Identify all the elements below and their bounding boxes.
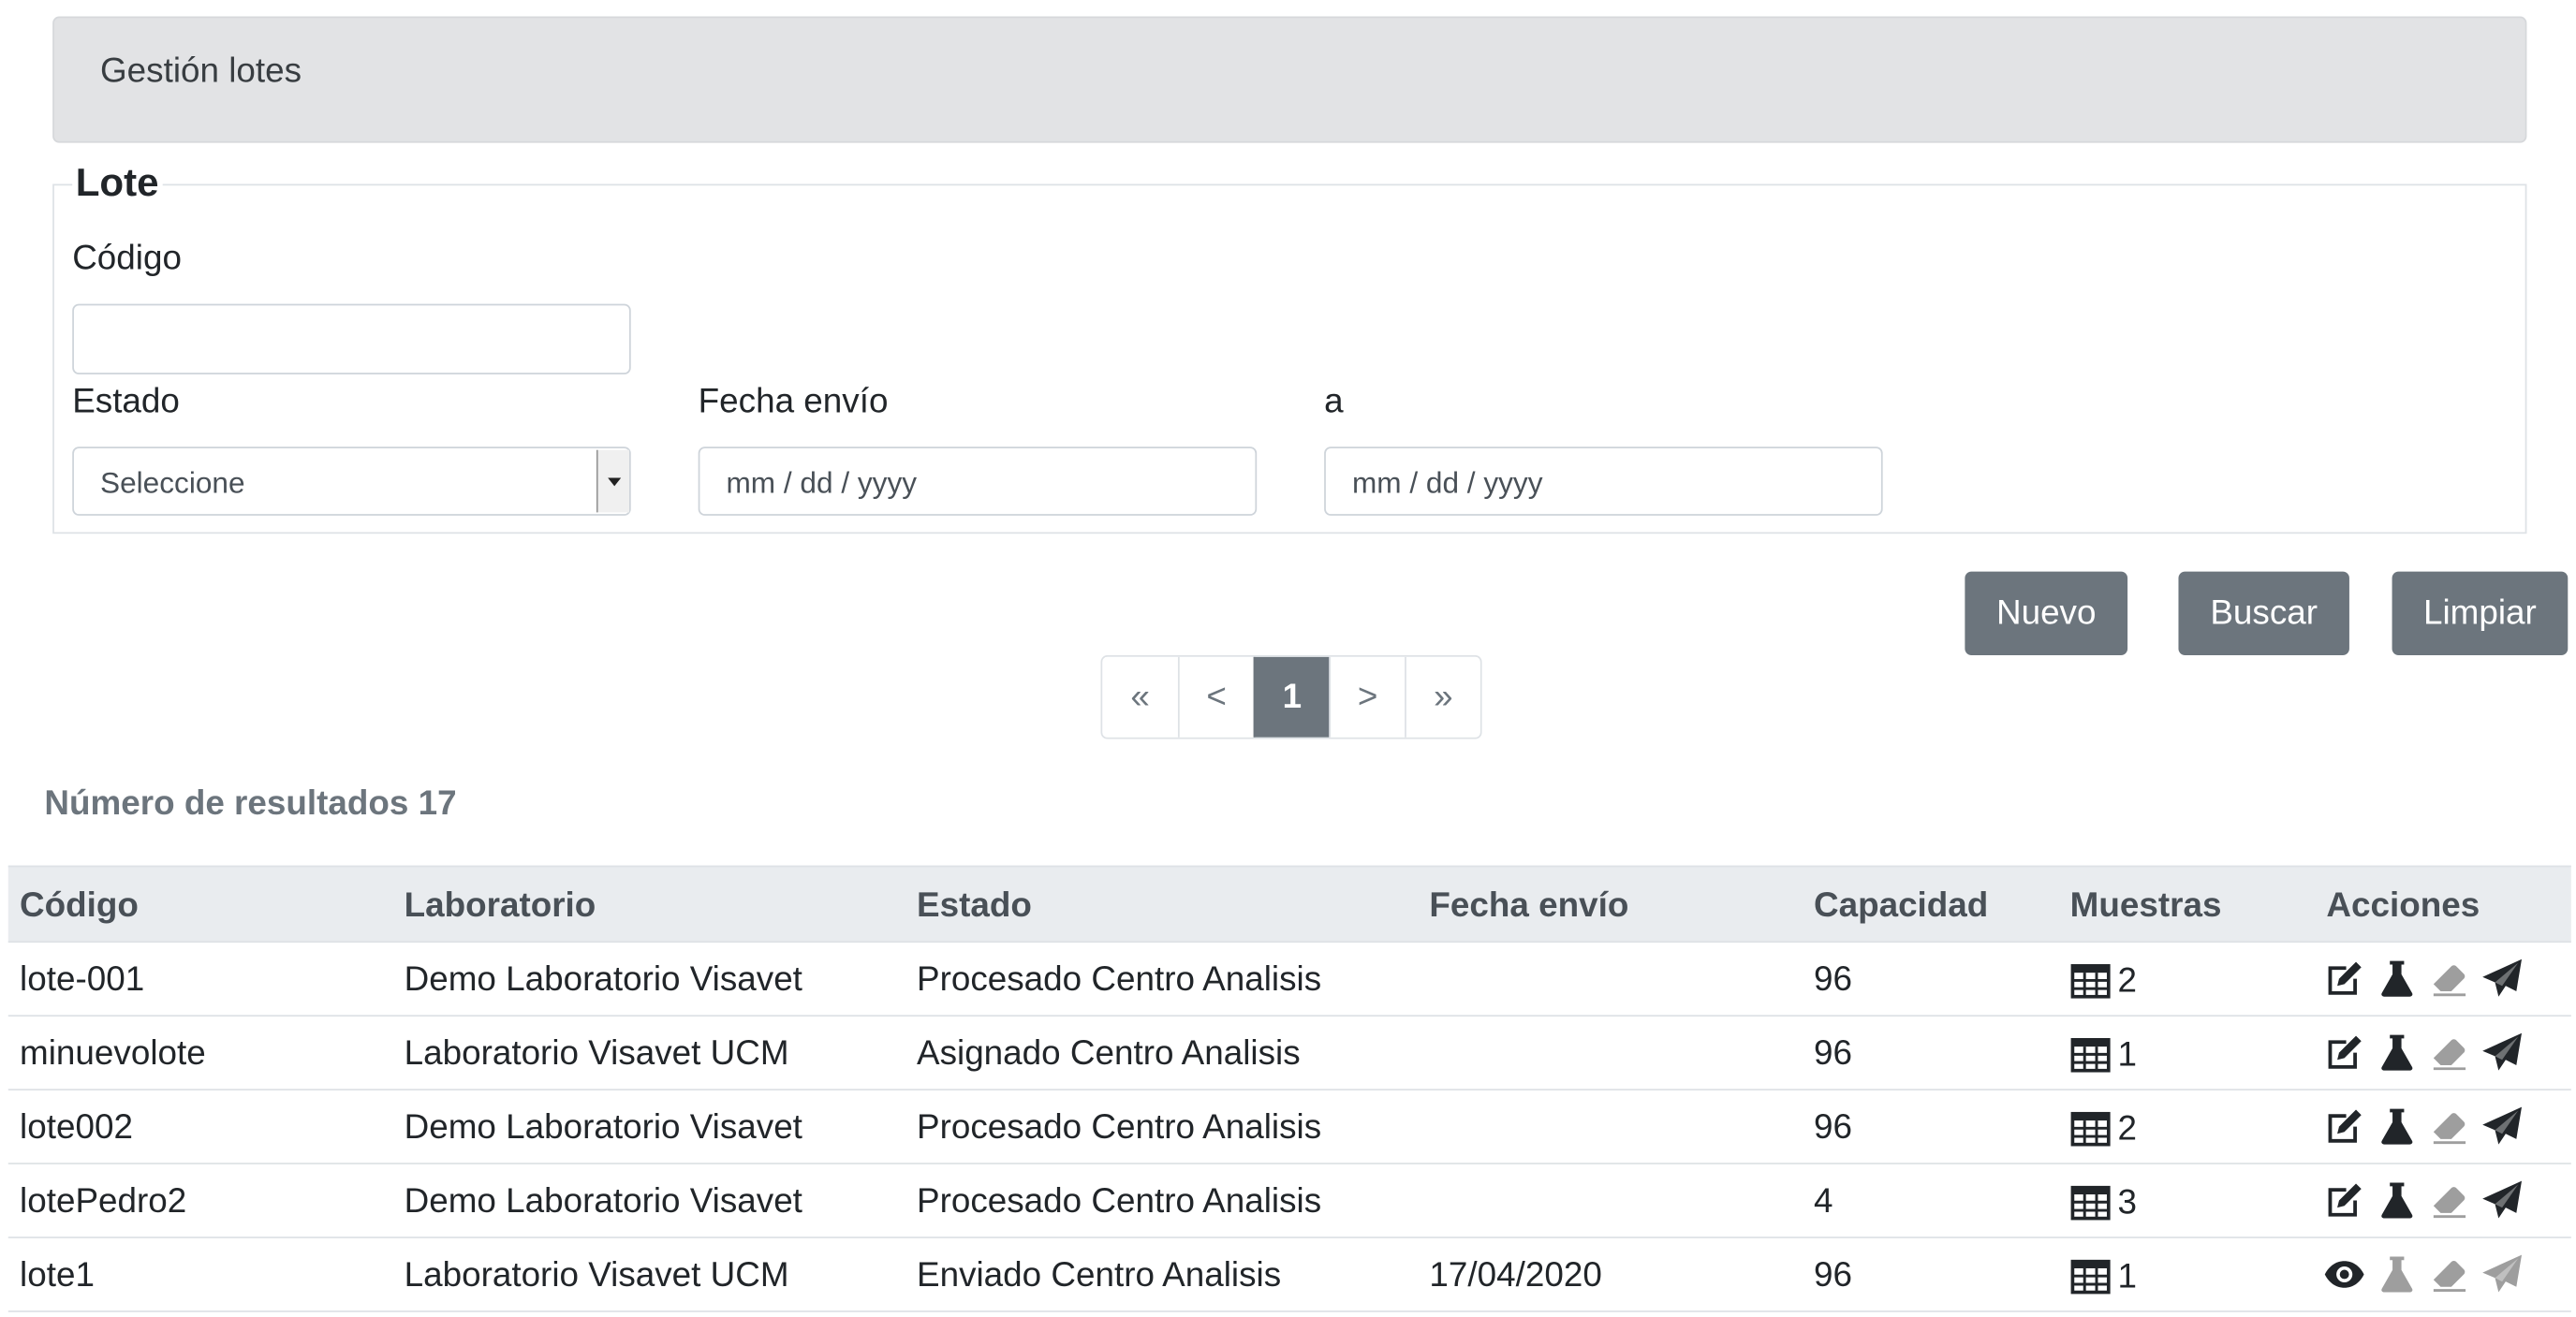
table-icon[interactable] bbox=[2070, 1108, 2112, 1149]
cell-muestras[interactable]: 2 bbox=[2070, 960, 2137, 1002]
send-icon[interactable] bbox=[2480, 1179, 2524, 1222]
filter-legend: Lote bbox=[72, 160, 163, 208]
row-actions bbox=[2323, 1253, 2524, 1296]
buscar-button[interactable]: Buscar bbox=[2178, 571, 2349, 656]
cell-capacidad: 4 bbox=[1813, 1182, 1833, 1221]
eraser-icon bbox=[2428, 1032, 2471, 1075]
row-actions bbox=[2323, 958, 2524, 1001]
fecha-envio-placeholder: mm / dd / yyyy bbox=[726, 466, 918, 500]
estado-label: Estado bbox=[72, 382, 180, 421]
cell-codigo: lote002 bbox=[20, 1108, 133, 1147]
table-row: lote-001 Demo Laboratorio Visavet Procesad… bbox=[7, 943, 2571, 1017]
cell-codigo: lote1 bbox=[20, 1256, 95, 1295]
pager-prev[interactable]: < bbox=[1177, 656, 1254, 738]
flask-icon[interactable] bbox=[2376, 1179, 2419, 1222]
pager-last[interactable]: » bbox=[1405, 656, 1480, 738]
header-estado: Estado bbox=[917, 886, 1032, 925]
eraser-icon bbox=[2428, 1105, 2471, 1149]
cell-codigo: lotePedro2 bbox=[20, 1182, 187, 1221]
cell-fecha-envio: 17/04/2020 bbox=[1429, 1256, 1602, 1295]
row-actions bbox=[2323, 1179, 2524, 1222]
table-icon[interactable] bbox=[2070, 960, 2112, 1002]
send-icon bbox=[2480, 1253, 2524, 1296]
fecha-hasta-input[interactable]: mm / dd / yyyy bbox=[1324, 446, 1883, 516]
cell-laboratorio: Laboratorio Visavet UCM bbox=[404, 1256, 789, 1295]
pager-current[interactable]: 1 bbox=[1253, 656, 1330, 738]
estado-select-value: Seleccione bbox=[100, 466, 245, 500]
table-icon[interactable] bbox=[2070, 1182, 2112, 1223]
eraser-icon bbox=[2428, 1179, 2471, 1222]
header-capacidad: Capacidad bbox=[1813, 886, 1989, 925]
cell-estado: Procesado Centro Analisis bbox=[917, 1182, 1322, 1221]
results-count: Número de resultados 17 bbox=[44, 784, 457, 824]
edit-icon[interactable] bbox=[2323, 958, 2366, 1001]
cell-muestras[interactable]: 1 bbox=[2070, 1034, 2137, 1076]
cell-laboratorio: Demo Laboratorio Visavet bbox=[404, 1182, 802, 1221]
cell-capacidad: 96 bbox=[1813, 1034, 1852, 1073]
muestras-count: 2 bbox=[2117, 961, 2138, 1000]
header-laboratorio: Laboratorio bbox=[404, 886, 596, 925]
table-row: minuevolote Laboratorio Visavet UCM Asigna… bbox=[7, 1017, 2571, 1090]
row-actions bbox=[2323, 1105, 2524, 1149]
page-title: Gestión lotes bbox=[100, 52, 302, 91]
limpiar-button[interactable]: Limpiar bbox=[2392, 571, 2569, 656]
pager-first[interactable]: « bbox=[1102, 656, 1178, 738]
cell-laboratorio: Demo Laboratorio Visavet bbox=[404, 960, 802, 999]
eye-icon[interactable] bbox=[2323, 1253, 2366, 1296]
eraser-icon bbox=[2428, 1253, 2471, 1296]
table-row: lotePedro2 Demo Laboratorio Visavet Proces… bbox=[7, 1164, 2571, 1238]
cell-capacidad: 96 bbox=[1813, 1256, 1852, 1295]
codigo-input[interactable] bbox=[72, 303, 631, 375]
muestras-count: 2 bbox=[2117, 1109, 2138, 1148]
flask-icon bbox=[2376, 1253, 2419, 1296]
muestras-count: 3 bbox=[2117, 1183, 2138, 1222]
header-codigo: Código bbox=[20, 886, 139, 925]
flask-icon[interactable] bbox=[2376, 1032, 2419, 1075]
cell-capacidad: 96 bbox=[1813, 1108, 1852, 1147]
fecha-envio-input[interactable]: mm / dd / yyyy bbox=[698, 446, 1258, 516]
eraser-icon bbox=[2428, 958, 2471, 1001]
table-icon[interactable] bbox=[2070, 1256, 2112, 1297]
table-header: Código Laboratorio Estado Fecha envío Ca… bbox=[7, 865, 2571, 944]
cell-codigo: minuevolote bbox=[20, 1034, 206, 1073]
header-muestras: Muestras bbox=[2069, 886, 2222, 925]
muestras-count: 1 bbox=[2117, 1035, 2138, 1074]
cell-laboratorio: Laboratorio Visavet UCM bbox=[404, 1034, 789, 1073]
table-row: lote1 Laboratorio Visavet UCM Enviado Cent… bbox=[7, 1238, 2571, 1312]
codigo-label: Código bbox=[72, 240, 182, 278]
send-icon[interactable] bbox=[2480, 1105, 2524, 1149]
header-fecha-envio: Fecha envío bbox=[1429, 886, 1629, 925]
send-icon[interactable] bbox=[2480, 1032, 2524, 1075]
edit-icon[interactable] bbox=[2323, 1032, 2366, 1075]
cell-estado: Procesado Centro Analisis bbox=[917, 1108, 1322, 1147]
header-acciones: Acciones bbox=[2326, 886, 2480, 925]
cell-codigo: lote-001 bbox=[20, 960, 145, 999]
flask-icon[interactable] bbox=[2376, 958, 2419, 1001]
cell-laboratorio: Demo Laboratorio Visavet bbox=[404, 1108, 802, 1147]
chevron-down-icon[interactable] bbox=[596, 449, 629, 513]
pagination: « < 1 > » bbox=[1100, 655, 1482, 739]
send-icon[interactable] bbox=[2480, 958, 2524, 1001]
cell-muestras[interactable]: 1 bbox=[2070, 1256, 2137, 1297]
nuevo-button[interactable]: Nuevo bbox=[1965, 571, 2128, 656]
cell-muestras[interactable]: 2 bbox=[2070, 1108, 2137, 1149]
muestras-count: 1 bbox=[2117, 1257, 2138, 1295]
cell-muestras[interactable]: 3 bbox=[2070, 1182, 2137, 1223]
cell-estado: Asignado Centro Analisis bbox=[917, 1034, 1301, 1073]
table-icon[interactable] bbox=[2070, 1034, 2112, 1076]
fecha-hasta-label: a bbox=[1324, 382, 1344, 421]
cell-estado: Procesado Centro Analisis bbox=[917, 960, 1322, 999]
fecha-hasta-placeholder: mm / dd / yyyy bbox=[1351, 466, 1543, 500]
edit-icon[interactable] bbox=[2323, 1179, 2366, 1222]
edit-icon[interactable] bbox=[2323, 1105, 2366, 1149]
pager-next[interactable]: > bbox=[1329, 656, 1406, 738]
breadcrumb: Gestión lotes bbox=[52, 16, 2527, 143]
cell-capacidad: 96 bbox=[1813, 960, 1852, 999]
fecha-envio-label: Fecha envío bbox=[698, 382, 889, 421]
cell-estado: Enviado Centro Analisis bbox=[917, 1256, 1282, 1295]
estado-select[interactable]: Seleccione bbox=[72, 446, 631, 516]
row-actions bbox=[2323, 1032, 2524, 1075]
flask-icon[interactable] bbox=[2376, 1105, 2419, 1149]
table-row: lote002 Demo Laboratorio Visavet Procesado… bbox=[7, 1090, 2571, 1164]
